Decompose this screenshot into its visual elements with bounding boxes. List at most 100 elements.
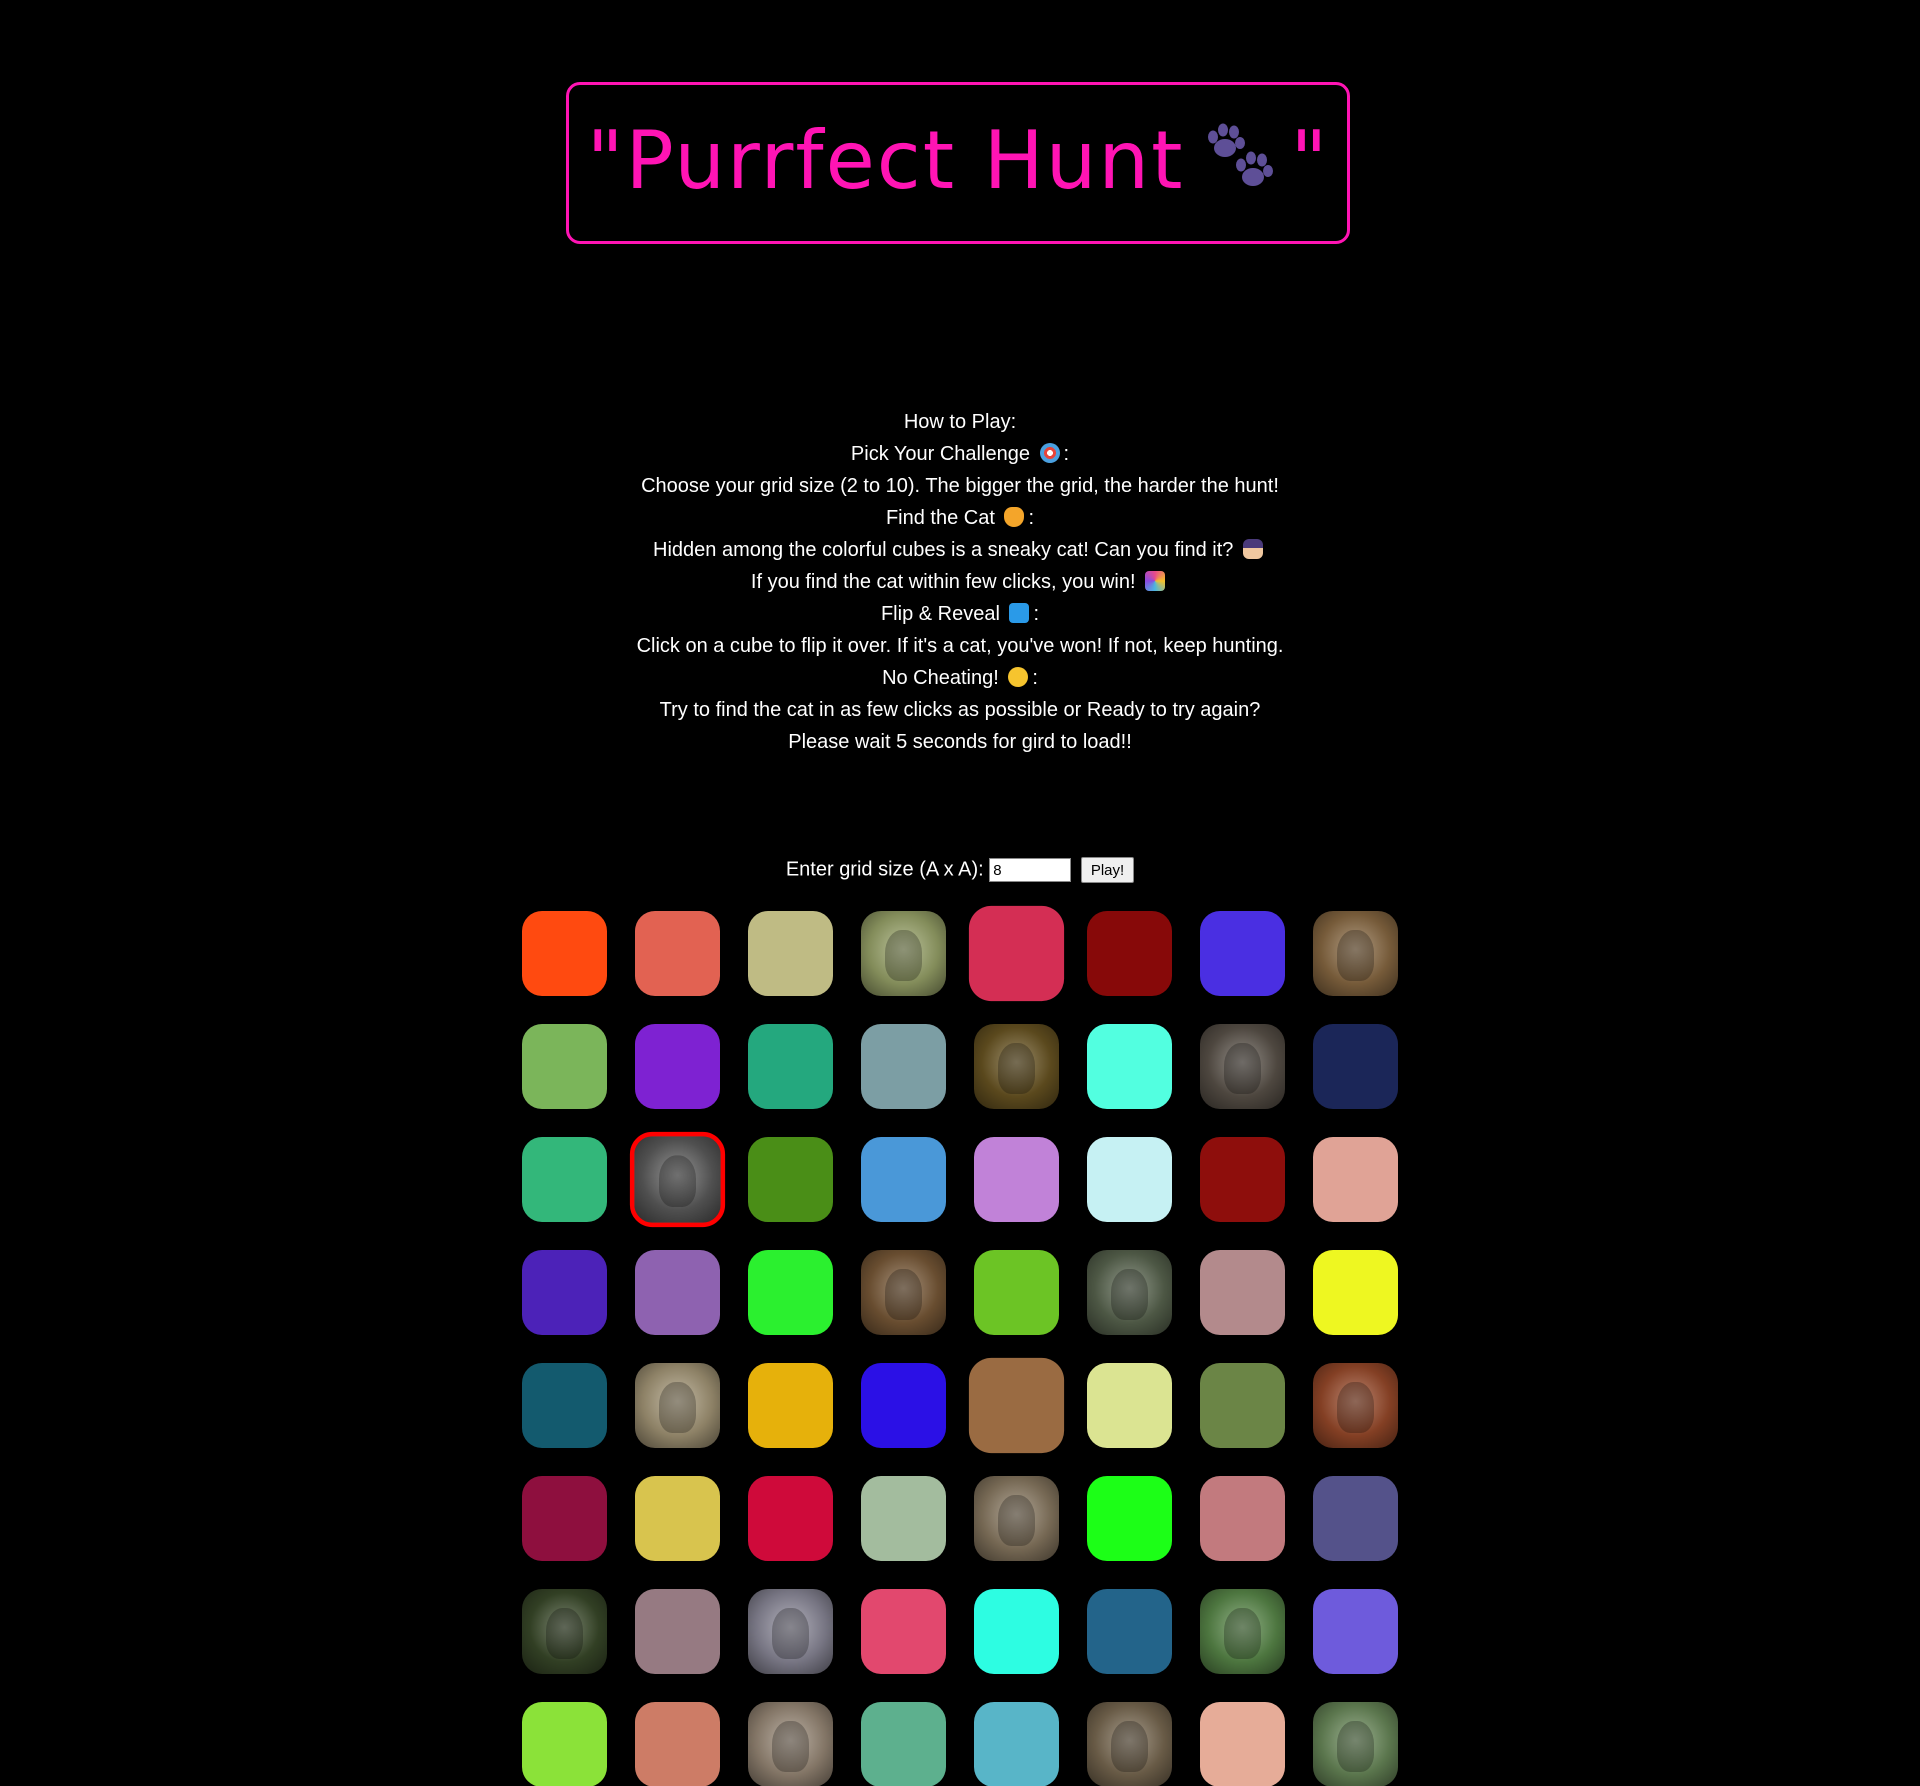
- color-cube[interactable]: [748, 1476, 833, 1561]
- color-cube[interactable]: [1313, 1589, 1398, 1674]
- color-cube[interactable]: [522, 1476, 607, 1561]
- cat-face-icon: [1004, 507, 1025, 527]
- cube-grid: [522, 905, 1398, 1786]
- color-cube[interactable]: [1200, 1476, 1285, 1561]
- find-text-line: Hidden among the colorful cubes is a sne…: [0, 534, 1920, 566]
- play-button[interactable]: Play!: [1080, 857, 1135, 883]
- dog-photo-cube[interactable]: [635, 1363, 720, 1448]
- color-cube[interactable]: [1087, 1137, 1172, 1222]
- dog-photo-cube[interactable]: [522, 1589, 607, 1674]
- color-cube[interactable]: [861, 1137, 946, 1222]
- cheat-title: No Cheating!: [882, 667, 999, 689]
- find-title-line: Find the Cat :: [0, 502, 1920, 534]
- target-icon: [1039, 443, 1060, 463]
- grid-size-label: Enter grid size (A x A):: [785, 858, 984, 881]
- dog-photo-cube[interactable]: [1200, 1024, 1285, 1109]
- dog-photo-cube[interactable]: [1313, 911, 1398, 996]
- find-text: Hidden among the colorful cubes is a sne…: [653, 539, 1234, 561]
- color-cube[interactable]: [1200, 1702, 1285, 1786]
- dog-photo-cube[interactable]: [974, 1024, 1059, 1109]
- color-cube[interactable]: [522, 1024, 607, 1109]
- color-cube[interactable]: [861, 1589, 946, 1674]
- win-text-line: If you find the cat within few clicks, y…: [0, 566, 1920, 598]
- color-cube[interactable]: [968, 905, 1065, 1002]
- page-title: "Purrfect Hunt ": [587, 114, 1330, 213]
- title-suffix: ": [1290, 113, 1330, 207]
- detective-icon: [1242, 539, 1263, 559]
- grid-size-controls: Enter grid size (A x A): Play!: [0, 857, 1920, 883]
- challenge-text: Choose your grid size (2 to 10). The big…: [641, 475, 1279, 497]
- repeat-icon: [1009, 603, 1030, 623]
- color-cube[interactable]: [748, 1363, 833, 1448]
- color-cube[interactable]: [522, 1363, 607, 1448]
- color-cube[interactable]: [1087, 1363, 1172, 1448]
- win-text: If you find the cat within few clicks, y…: [750, 571, 1136, 593]
- cat-photo-cube[interactable]: [629, 1131, 726, 1228]
- color-cube[interactable]: [522, 1137, 607, 1222]
- color-cube[interactable]: [861, 1702, 946, 1786]
- color-cube[interactable]: [861, 1024, 946, 1109]
- flip-title-line: Flip & Reveal :: [0, 598, 1920, 630]
- color-cube[interactable]: [974, 1589, 1059, 1674]
- party-popper-icon: [1145, 571, 1166, 591]
- dog-photo-cube[interactable]: [861, 911, 946, 996]
- color-cube[interactable]: [968, 1357, 1065, 1454]
- color-cube[interactable]: [1313, 1137, 1398, 1222]
- title-prefix: "Purrfect Hunt: [586, 113, 1185, 207]
- color-cube[interactable]: [635, 1589, 720, 1674]
- color-cube[interactable]: [974, 1137, 1059, 1222]
- color-cube[interactable]: [861, 1476, 946, 1561]
- dog-photo-cube[interactable]: [1313, 1702, 1398, 1786]
- color-cube[interactable]: [635, 1476, 720, 1561]
- grid-size-input[interactable]: [989, 858, 1072, 882]
- instructions: How to Play: Pick Your Challenge : Choos…: [0, 406, 1920, 758]
- color-cube[interactable]: [974, 1702, 1059, 1786]
- title-box: "Purrfect Hunt ": [566, 82, 1350, 244]
- color-cube[interactable]: [1087, 911, 1172, 996]
- color-cube[interactable]: [748, 1250, 833, 1335]
- color-cube[interactable]: [1087, 1589, 1172, 1674]
- challenge-title-line: Pick Your Challenge :: [0, 438, 1920, 470]
- colon: :: [1063, 443, 1070, 465]
- colon: :: [1028, 507, 1035, 529]
- challenge-title: Pick Your Challenge: [850, 443, 1030, 465]
- dog-photo-cube[interactable]: [1200, 1589, 1285, 1674]
- color-cube[interactable]: [1087, 1024, 1172, 1109]
- shushing-face-icon: [1008, 667, 1029, 687]
- color-cube[interactable]: [1313, 1476, 1398, 1561]
- dog-photo-cube[interactable]: [748, 1702, 833, 1786]
- color-cube[interactable]: [1200, 1363, 1285, 1448]
- color-cube[interactable]: [635, 1250, 720, 1335]
- dog-photo-cube[interactable]: [748, 1589, 833, 1674]
- color-cube[interactable]: [861, 1363, 946, 1448]
- flip-text: Click on a cube to flip it over. If it's…: [636, 635, 1284, 657]
- color-cube[interactable]: [1200, 911, 1285, 996]
- color-cube[interactable]: [522, 1702, 607, 1786]
- wait-text: Please wait 5 seconds for gird to load!!: [788, 731, 1132, 753]
- color-cube[interactable]: [748, 911, 833, 996]
- find-title: Find the Cat: [885, 507, 995, 529]
- color-cube[interactable]: [522, 1250, 607, 1335]
- color-cube[interactable]: [635, 1702, 720, 1786]
- color-cube[interactable]: [522, 911, 607, 996]
- dog-photo-cube[interactable]: [1313, 1363, 1398, 1448]
- colon: :: [1032, 667, 1038, 689]
- dog-photo-cube[interactable]: [974, 1476, 1059, 1561]
- color-cube[interactable]: [1200, 1250, 1285, 1335]
- color-cube[interactable]: [1087, 1476, 1172, 1561]
- color-cube[interactable]: [635, 1024, 720, 1109]
- color-cube[interactable]: [1200, 1137, 1285, 1222]
- color-cube[interactable]: [748, 1024, 833, 1109]
- dog-photo-cube[interactable]: [1087, 1702, 1172, 1786]
- instructions-heading: How to Play:: [903, 411, 1017, 433]
- colon: :: [1033, 603, 1040, 625]
- page: "Purrfect Hunt " How to Play: Pick Your …: [0, 0, 1920, 1786]
- dog-photo-cube[interactable]: [1087, 1250, 1172, 1335]
- dog-photo-cube[interactable]: [861, 1250, 946, 1335]
- color-cube[interactable]: [1313, 1250, 1398, 1335]
- cheat-text: Try to find the cat in as few clicks as …: [659, 699, 1261, 721]
- color-cube[interactable]: [974, 1250, 1059, 1335]
- color-cube[interactable]: [635, 911, 720, 996]
- color-cube[interactable]: [748, 1137, 833, 1222]
- color-cube[interactable]: [1313, 1024, 1398, 1109]
